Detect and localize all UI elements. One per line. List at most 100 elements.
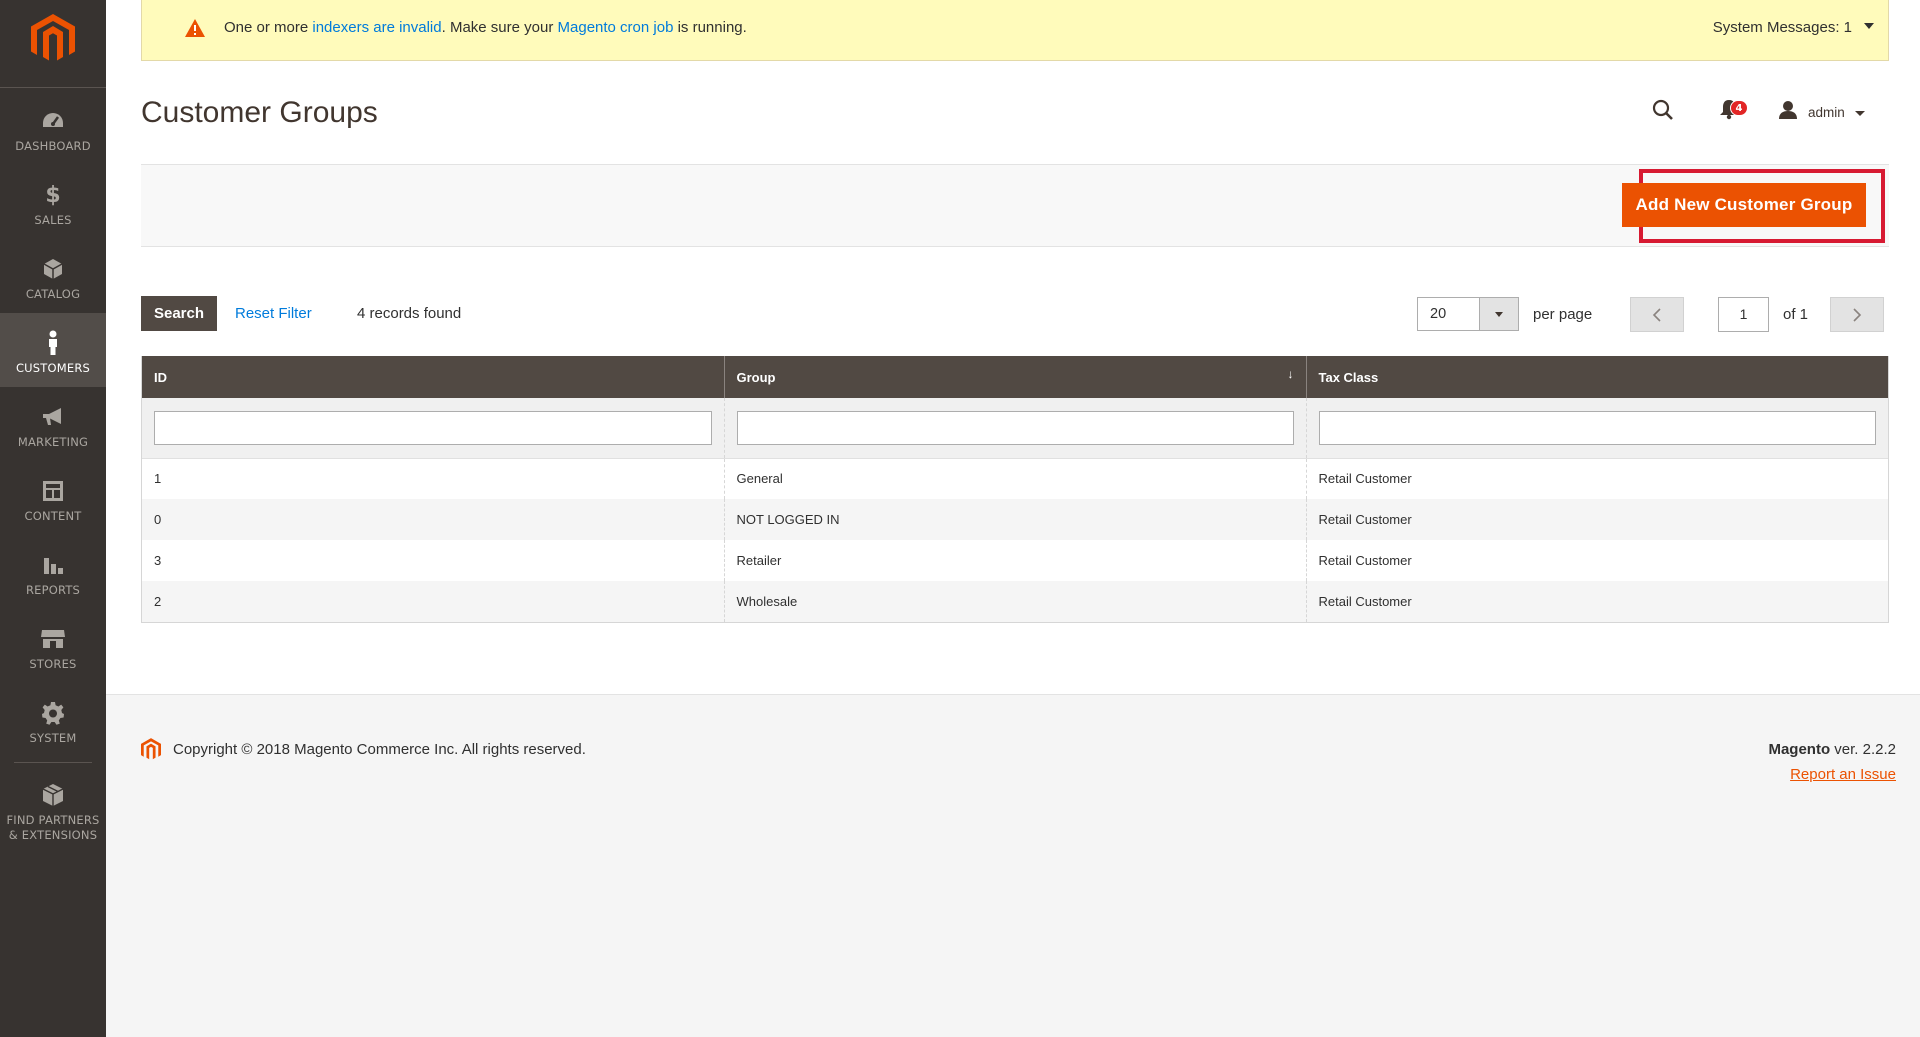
nav-label: FIND PARTNERS & EXTENSIONS <box>6 813 100 842</box>
message-prefix: One or more <box>224 19 313 36</box>
records-found-count: 4 records found <box>357 305 462 322</box>
global-search-icon[interactable] <box>1651 98 1675 126</box>
filter-row <box>142 398 1888 459</box>
system-messages-count[interactable]: System Messages: 1 <box>1713 19 1852 36</box>
admin-user-menu[interactable]: admin <box>1778 100 1865 124</box>
notifications-badge[interactable]: 4 <box>1730 100 1748 116</box>
nav-system[interactable]: SYSTEM <box>0 683 106 757</box>
nav-label: CUSTOMERS <box>15 361 91 375</box>
layout-icon <box>42 477 64 505</box>
chevron-down-icon <box>1854 111 1865 116</box>
magento-logo[interactable] <box>0 0 106 88</box>
filter-cell <box>1306 398 1888 459</box>
cell-group: Retailer <box>724 540 1307 581</box>
nav-label: CONTENT <box>24 509 82 523</box>
page-total: of 1 <box>1783 306 1809 323</box>
nav-stores[interactable]: STORES <box>0 609 106 683</box>
magento-footer-logo-icon <box>141 738 161 765</box>
cell-tax-class: Retail Customer <box>1306 581 1888 622</box>
customer-groups-grid: ID Group ↓ Tax Class 1 General Retail Cus… <box>141 356 1889 623</box>
cell-group: General <box>724 458 1307 499</box>
cubes-icon <box>41 781 65 809</box>
previous-page-button[interactable] <box>1630 297 1684 332</box>
nav-label: MARKETING <box>17 435 89 449</box>
filter-id-input[interactable] <box>154 410 712 445</box>
per-page-dropdown-button[interactable] <box>1479 298 1518 330</box>
nav-reports[interactable]: REPORTS <box>0 535 106 609</box>
nav-content[interactable]: CONTENT <box>0 461 106 535</box>
warning-icon <box>184 18 206 42</box>
cell-group: Wholesale <box>724 581 1307 622</box>
page-number-input[interactable]: 1 <box>1718 297 1769 332</box>
footer-divider <box>106 694 1920 695</box>
per-page-select[interactable]: 20 <box>1417 297 1519 331</box>
column-header-id[interactable]: ID <box>142 356 725 398</box>
person-icon <box>46 329 60 357</box>
cell-tax-class: Retail Customer <box>1306 499 1888 540</box>
chevron-down-icon <box>1495 312 1503 317</box>
chevron-right-icon <box>1853 307 1862 322</box>
admin-username: admin <box>1808 104 1845 120</box>
nav-sales[interactable]: $ SALES <box>0 165 106 239</box>
magento-logo-icon <box>31 14 75 61</box>
table-row[interactable]: 3 Retailer Retail Customer <box>142 540 1888 581</box>
nav-marketing[interactable]: MARKETING <box>0 387 106 461</box>
table-row[interactable]: 1 General Retail Customer <box>142 458 1888 499</box>
version-info: Magento ver. 2.2.2 <box>1768 741 1896 758</box>
bar-chart-icon <box>42 551 64 579</box>
nav-dashboard[interactable]: DASHBOARD <box>0 91 106 165</box>
system-message-text: One or more indexers are invalid. Make s… <box>224 19 747 36</box>
cell-id: 1 <box>142 458 725 499</box>
filter-tax-class-input[interactable] <box>1318 410 1876 445</box>
cell-group: NOT LOGGED IN <box>724 499 1307 540</box>
cell-id: 2 <box>142 581 725 622</box>
filter-group-input[interactable] <box>736 410 1294 445</box>
nav-catalog[interactable]: CATALOG <box>0 239 106 313</box>
table-row[interactable]: 2 Wholesale Retail Customer <box>142 581 1888 622</box>
nav-customers[interactable]: CUSTOMERS <box>0 313 106 387</box>
nav-label: DASHBOARD <box>15 139 91 153</box>
report-issue-link[interactable]: Report an Issue <box>1790 766 1896 783</box>
message-suffix: is running. <box>673 19 747 36</box>
nav-label: REPORTS <box>25 583 81 597</box>
per-page-value: 20 <box>1430 306 1447 322</box>
add-new-customer-group-button[interactable]: Add New Customer Group <box>1622 183 1866 227</box>
cron-job-link[interactable]: Magento cron job <box>558 19 674 36</box>
filter-cell <box>724 398 1307 459</box>
version-number: ver. 2.2.2 <box>1830 741 1896 758</box>
cell-tax-class: Retail Customer <box>1306 540 1888 581</box>
dollar-icon: $ <box>45 182 61 208</box>
main-area: One or more indexers are invalid. Make s… <box>106 0 1920 1037</box>
message-middle: . Make sure your <box>441 19 558 36</box>
column-header-label: Group <box>736 369 776 385</box>
speedometer-icon <box>41 107 65 135</box>
nav-label: STORES <box>29 657 77 671</box>
box-icon <box>42 255 64 283</box>
nav-label: SALES <box>34 213 72 227</box>
chevron-down-icon[interactable] <box>1864 23 1874 29</box>
copyright-text: Copyright © 2018 Magento Commerce Inc. A… <box>173 741 586 758</box>
per-page-label: per page <box>1533 306 1593 323</box>
filter-cell <box>142 398 725 459</box>
indexers-invalid-link[interactable]: indexers are invalid <box>312 19 441 36</box>
cell-id: 0 <box>142 499 725 540</box>
storefront-icon <box>40 625 66 653</box>
gear-icon <box>41 699 65 727</box>
nav-find-partners[interactable]: FIND PARTNERS & EXTENSIONS <box>0 765 106 853</box>
column-header-label: Tax Class <box>1318 369 1379 385</box>
search-button[interactable]: Search <box>141 296 217 331</box>
nav-label: SYSTEM <box>29 731 77 745</box>
column-header-tax-class[interactable]: Tax Class <box>1306 356 1888 398</box>
table-row[interactable]: 0 NOT LOGGED IN Retail Customer <box>142 499 1888 540</box>
reset-filter-link[interactable]: Reset Filter <box>235 305 312 322</box>
column-header-group[interactable]: Group ↓ <box>724 356 1307 398</box>
cell-id: 3 <box>142 540 725 581</box>
cell-tax-class: Retail Customer <box>1306 458 1888 499</box>
system-message-bar: One or more indexers are invalid. Make s… <box>141 0 1889 61</box>
admin-sidebar: DASHBOARD $ SALES CATALOG CUSTOMERS MARK… <box>0 0 106 1037</box>
brand-name: Magento <box>1768 741 1831 758</box>
page-title: Customer Groups <box>141 96 378 129</box>
user-icon <box>1778 100 1798 124</box>
sort-arrow-icon: ↓ <box>1287 367 1294 381</box>
next-page-button[interactable] <box>1830 297 1884 332</box>
